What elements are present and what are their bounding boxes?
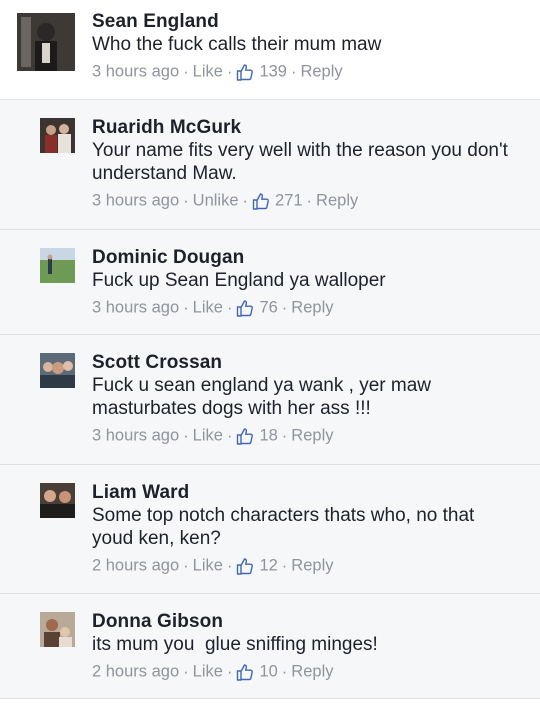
comment-item: Sean England Who the fuck calls their mu… <box>0 0 540 100</box>
comment-body: Sean England Who the fuck calls their mu… <box>92 10 518 83</box>
thumbs-up-icon <box>252 192 270 210</box>
like-button[interactable]: Like <box>193 63 223 81</box>
comment-meta: 3 hours ago · Like · 76 · Reply <box>92 298 334 317</box>
unlike-button[interactable]: Unlike <box>193 192 239 210</box>
commenter-name[interactable]: Ruaridh McGurk <box>92 116 518 139</box>
comment-item: Liam Ward Some top notch characters that… <box>0 465 540 594</box>
thumbs-up-icon <box>236 63 254 81</box>
commenter-name[interactable]: Scott Crossan <box>92 351 518 374</box>
comment-text: Your name fits very well with the reason… <box>92 140 508 184</box>
comment-meta: 3 hours ago · Unlike · 271 · Reply <box>92 191 359 210</box>
timestamp: 2 hours ago <box>92 662 180 681</box>
reply-button[interactable]: Reply <box>291 299 333 317</box>
reply-button[interactable]: Reply <box>291 663 333 681</box>
like-count[interactable]: 10 <box>259 663 277 681</box>
thumbs-up-icon <box>236 299 254 317</box>
reply-button[interactable]: Reply <box>316 192 358 210</box>
comment-body: Scott Crossan Fuck u sean england ya wan… <box>92 351 518 447</box>
comment-item: Ruaridh McGurk Your name fits very well … <box>0 100 540 230</box>
comment-body: Liam Ward Some top notch characters that… <box>92 481 518 577</box>
comment-meta: 2 hours ago · Like · 12 · Reply <box>92 556 334 575</box>
avatar[interactable] <box>40 483 75 518</box>
like-count[interactable]: 18 <box>259 427 277 445</box>
timestamp: 3 hours ago <box>92 191 180 210</box>
commenter-name[interactable]: Dominic Dougan <box>92 246 518 269</box>
avatar[interactable] <box>40 612 75 647</box>
comment-meta: 3 hours ago · Like · 139 · Reply <box>92 62 343 81</box>
thumbs-up-icon <box>236 427 254 445</box>
like-count[interactable]: 12 <box>259 557 277 575</box>
avatar[interactable] <box>40 248 75 283</box>
comment-text: Who the fuck calls their mum maw <box>92 34 382 55</box>
timestamp: 2 hours ago <box>92 556 180 575</box>
like-button[interactable]: Like <box>193 299 223 317</box>
thumbs-up-icon <box>236 557 254 575</box>
reply-button[interactable]: Reply <box>291 427 333 445</box>
avatar[interactable] <box>40 118 75 153</box>
comment-body: Donna Gibson its mum you glue sniffing m… <box>92 610 518 683</box>
like-button[interactable]: Like <box>193 663 223 681</box>
commenter-name[interactable]: Donna Gibson <box>92 610 518 633</box>
comment-text: Fuck up Sean England ya walloper <box>92 270 386 291</box>
comment-meta: 2 hours ago · Like · 10 · Reply <box>92 662 334 681</box>
comment-thread: Sean England Who the fuck calls their mu… <box>0 0 540 699</box>
comment-body: Dominic Dougan Fuck up Sean England ya w… <box>92 246 518 319</box>
avatar[interactable] <box>40 353 75 388</box>
like-count[interactable]: 76 <box>259 299 277 317</box>
comment-body: Ruaridh McGurk Your name fits very well … <box>92 116 518 212</box>
reply-button[interactable]: Reply <box>300 63 342 81</box>
timestamp: 3 hours ago <box>92 426 180 445</box>
comment-item: Donna Gibson its mum you glue sniffing m… <box>0 594 540 699</box>
commenter-name[interactable]: Sean England <box>92 10 518 33</box>
timestamp: 3 hours ago <box>92 62 180 81</box>
like-button[interactable]: Like <box>193 557 223 575</box>
avatar[interactable] <box>17 13 75 71</box>
like-button[interactable]: Like <box>193 427 223 445</box>
thumbs-up-icon <box>236 663 254 681</box>
timestamp: 3 hours ago <box>92 298 180 317</box>
like-count[interactable]: 271 <box>275 192 303 210</box>
comment-meta: 3 hours ago · Like · 18 · Reply <box>92 426 334 445</box>
comment-text: Fuck u sean england ya wank , yer maw ma… <box>92 375 432 419</box>
reply-button[interactable]: Reply <box>291 557 333 575</box>
commenter-name[interactable]: Liam Ward <box>92 481 518 504</box>
like-count[interactable]: 139 <box>259 63 287 81</box>
comment-item: Scott Crossan Fuck u sean england ya wan… <box>0 335 540 465</box>
comment-text: its mum you glue sniffing minges! <box>92 634 378 655</box>
comment-item: Dominic Dougan Fuck up Sean England ya w… <box>0 230 540 335</box>
comment-text: Some top notch characters thats who, no … <box>92 505 475 549</box>
